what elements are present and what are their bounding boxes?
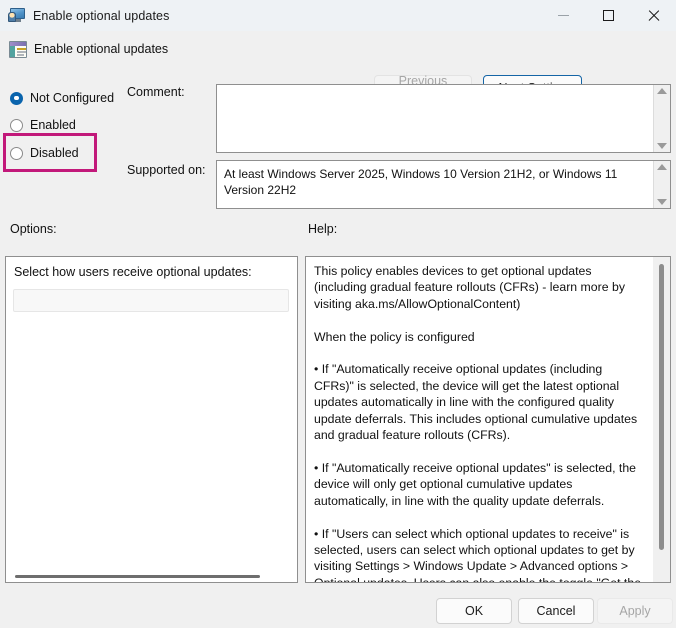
radio-label-enabled: Enabled	[30, 118, 76, 132]
radio-indicator-enabled	[10, 118, 23, 132]
options-horizontal-scrollbar[interactable]	[6, 573, 297, 582]
title-bar: Enable optional updates	[0, 0, 676, 31]
supported-on-label: Supported on:	[127, 163, 206, 177]
maximize-button[interactable]	[586, 0, 631, 31]
header-row: Enable optional updates Previous Setting…	[0, 31, 676, 102]
supported-on-textbox: At least Windows Server 2025, Windows 10…	[216, 160, 671, 209]
supported-on-scrollbar[interactable]	[653, 161, 670, 208]
radio-label-disabled: Disabled	[30, 146, 79, 160]
cancel-button[interactable]: Cancel	[518, 598, 594, 624]
policy-name: Enable optional updates	[34, 42, 169, 56]
ok-button[interactable]: OK	[436, 598, 512, 624]
help-scroll-thumb[interactable]	[659, 264, 664, 550]
radio-enabled[interactable]: Enabled	[10, 116, 76, 134]
scroll-down-icon[interactable]	[657, 143, 667, 149]
close-icon	[648, 10, 660, 22]
help-pane: This policy enables devices to get optio…	[305, 256, 671, 583]
options-section-label: Options:	[10, 222, 57, 236]
options-scroll-thumb[interactable]	[15, 575, 260, 578]
scroll-down-icon[interactable]	[657, 199, 667, 205]
radio-indicator-not-configured	[10, 91, 23, 105]
supported-on-value: At least Windows Server 2025, Windows 10…	[224, 167, 618, 197]
comment-value[interactable]	[217, 85, 653, 152]
comment-label: Comment:	[127, 85, 185, 99]
comment-textbox[interactable]	[216, 84, 671, 153]
minimize-icon	[558, 15, 569, 16]
apply-button[interactable]: Apply	[597, 598, 673, 624]
policy-setting-dialog: Enable optional updates Enable optional …	[0, 0, 676, 628]
maximize-icon	[603, 10, 614, 21]
optional-updates-dropdown[interactable]	[13, 289, 289, 312]
window-controls	[541, 0, 676, 31]
help-section-label: Help:	[308, 222, 338, 236]
policy-setting-icon	[9, 41, 27, 58]
radio-not-configured[interactable]: Not Configured	[10, 89, 114, 107]
close-button[interactable]	[631, 0, 676, 31]
radio-disabled[interactable]: Disabled	[10, 144, 79, 162]
help-scrollbar[interactable]	[653, 257, 670, 582]
minimize-button[interactable]	[541, 0, 586, 31]
radio-label-not-configured: Not Configured	[30, 91, 115, 105]
window-title: Enable optional updates	[33, 8, 170, 23]
options-setting-label: Select how users receive optional update…	[14, 265, 252, 279]
policy-computer-icon	[8, 8, 25, 23]
scroll-up-icon[interactable]	[657, 164, 667, 170]
radio-indicator-disabled	[10, 146, 23, 160]
comment-scrollbar[interactable]	[653, 85, 670, 152]
scroll-up-icon[interactable]	[657, 88, 667, 94]
help-text: This policy enables devices to get optio…	[314, 264, 641, 582]
options-pane: Select how users receive optional update…	[5, 256, 298, 583]
